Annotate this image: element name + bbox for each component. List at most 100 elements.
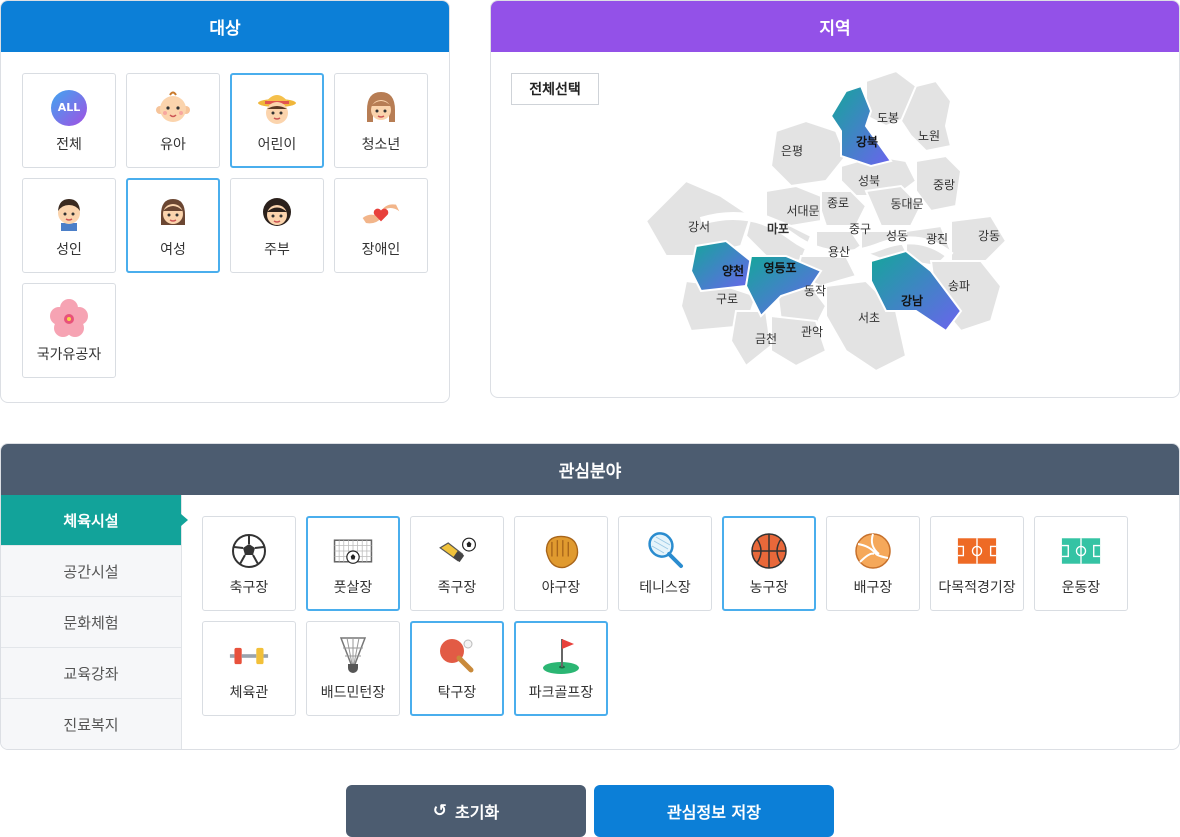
facility-label: 테니스장 [639,579,691,596]
baby-face-icon [153,88,193,128]
facility-card-jokgu[interactable]: 족구장 [410,516,504,611]
district-label: 도봉 [877,111,899,125]
target-panel: 대상 ALL 전체 유아 어린이 청소년 성인 여성 주부 장애인 국가유공자 [0,0,450,403]
district-label: 금천 [755,331,777,346]
facility-label: 파크골프장 [528,684,594,701]
housewife-face-icon [257,193,297,233]
district-label: 양천 [722,263,744,278]
target-label: 장애인 [361,241,401,258]
facility-label: 풋살장 [333,579,373,596]
facility-label: 운동장 [1061,579,1101,596]
region-panel: 지역 전체선택 도봉 노원 강북 은평 성북 중랑 서대문 종로 동대문 강서 … [490,0,1180,398]
soccer-ball-icon [229,531,269,571]
reset-button-label: 초기화 [455,803,500,822]
target-label: 청소년 [361,136,401,153]
tab-space-facility[interactable]: 공간시설 [1,546,181,597]
target-label: 유아 [160,136,186,153]
adult-face-icon [49,193,89,233]
baseball-glove-icon [541,531,581,571]
district-label: 종로 [827,196,849,210]
district-label: 강동 [978,229,1000,243]
district-label: 중랑 [933,178,955,192]
target-label: 주부 [264,241,290,258]
target-card-disabled[interactable]: 장애인 [334,178,428,273]
target-panel-title: 대상 [1,1,449,52]
golf-flag-icon [541,636,581,676]
district-label: 중구 [849,222,871,236]
district-label: 강북 [856,135,878,149]
child-face-icon [257,88,297,128]
refresh-icon: ↺ [432,801,448,821]
kick-shoe-ball-icon [437,531,477,571]
tab-culture-experience[interactable]: 문화체험 [1,597,181,648]
woman-face-icon [153,193,193,233]
shuttlecock-icon [333,636,373,676]
district-label: 은평 [781,144,803,158]
district-label: 서초 [858,311,880,325]
target-label: 여성 [160,241,186,258]
hibiscus-flower-icon [49,298,89,338]
save-interest-button[interactable]: 관심정보 저장 [594,785,834,837]
district-label: 강남 [901,293,923,308]
save-button-label: 관심정보 저장 [667,803,761,822]
facility-card-multipurpose[interactable]: 다목적경기장 [930,516,1024,611]
district-label: 동대문 [890,197,923,211]
field-icon [1061,531,1101,571]
target-card-child[interactable]: 어린이 [230,73,324,168]
facility-card-field[interactable]: 운동장 [1034,516,1128,611]
target-card-adult[interactable]: 성인 [22,178,116,273]
facility-card-baseball[interactable]: 야구장 [514,516,608,611]
facility-card-tennis[interactable]: 테니스장 [618,516,712,611]
facility-card-parkgolf[interactable]: 파크골프장 [514,621,608,716]
target-card-infant[interactable]: 유아 [126,73,220,168]
select-all-button[interactable]: 전체선택 [511,73,599,105]
region-panel-title: 지역 [491,1,1179,52]
district-label: 강서 [688,220,710,234]
district-label: 구로 [716,292,738,306]
teen-face-icon [361,88,401,128]
tab-medical-welfare[interactable]: 진료복지 [1,699,181,749]
facility-card-basketball[interactable]: 농구장 [722,516,816,611]
ping-pong-paddle-icon [437,636,477,676]
interest-panel-title: 관심분야 [1,444,1179,495]
tab-sports-facility[interactable]: 체육시설 [1,495,188,546]
target-label: 전체 [56,136,82,153]
target-card-teen[interactable]: 청소년 [334,73,428,168]
district-label: 마포 [767,221,789,236]
facility-label: 족구장 [437,579,477,596]
facility-label: 축구장 [229,579,269,596]
interest-category-tabs: 체육시설 공간시설 문화체험 교육강좌 진료복지 [1,495,188,749]
target-card-veteran[interactable]: 국가유공자 [22,283,116,378]
reset-button[interactable]: ↺ 초기화 [346,785,586,837]
district-label: 관악 [801,325,823,339]
district-label: 서대문 [786,204,819,218]
facility-label: 배구장 [853,579,893,596]
target-label: 어린이 [257,136,297,153]
district-label: 성동 [886,229,908,243]
target-card-housewife[interactable]: 주부 [230,178,324,273]
target-label: 국가유공자 [36,346,102,363]
target-card-all[interactable]: ALL 전체 [22,73,116,168]
district-label: 동작 [804,284,826,298]
tennis-racket-icon [645,531,685,571]
facility-card-badminton[interactable]: 배드민턴장 [306,621,400,716]
facility-label: 야구장 [541,579,581,596]
all-badge-icon: ALL [49,88,89,128]
district-label: 성북 [858,174,880,188]
district-label: 영등포 [763,260,796,275]
facility-card-futsal[interactable]: 풋살장 [306,516,400,611]
facility-card-gym[interactable]: 체육관 [202,621,296,716]
dumbbell-icon [229,636,269,676]
facility-card-pingpong[interactable]: 탁구장 [410,621,504,716]
tab-education-course[interactable]: 교육강좌 [1,648,181,699]
district-label: 송파 [948,279,970,293]
target-card-woman[interactable]: 여성 [126,178,220,273]
facility-card-volleyball[interactable]: 배구장 [826,516,920,611]
facility-card-soccer[interactable]: 축구장 [202,516,296,611]
volleyball-icon [853,531,893,571]
basketball-icon [749,531,789,571]
multipurpose-court-icon [957,531,997,571]
seoul-district-map: 도봉 노원 강북 은평 성북 중랑 서대문 종로 동대문 강서 마포 중구 성동… [644,69,1008,373]
futsal-goal-icon [333,531,373,571]
district-gwanak[interactable] [770,314,828,368]
